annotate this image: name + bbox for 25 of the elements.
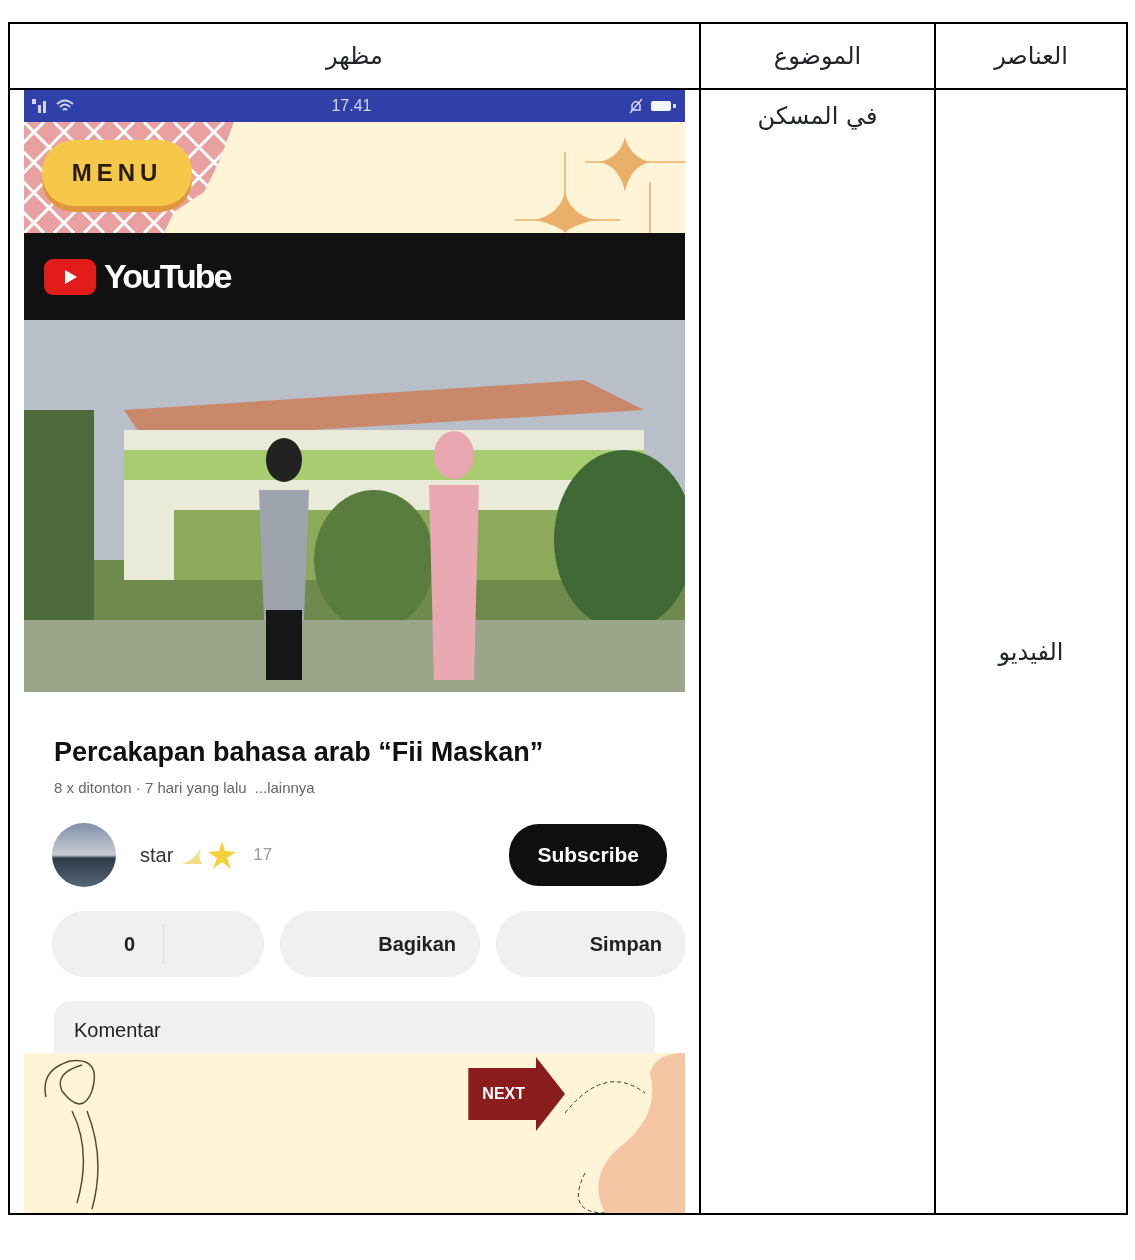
- subscriber-count: 17: [253, 844, 273, 867]
- video-title: Percakapan bahasa arab “Fii Maskan”: [53, 736, 545, 769]
- column-header: مظهر: [326, 42, 383, 70]
- save-button[interactable]: Simpan: [496, 911, 685, 977]
- logo-text: YouTube: [104, 256, 231, 297]
- signal-icon: [32, 99, 48, 113]
- status-time: 17.41: [331, 97, 372, 114]
- subscribe-button[interactable]: Subscribe: [509, 824, 667, 886]
- battery-icon: [651, 100, 677, 112]
- column-header: العناصر: [994, 42, 1068, 70]
- comments-label: Komentar: [74, 1019, 161, 1041]
- muted-bell-icon: [629, 98, 643, 114]
- more-link[interactable]: ...lainnya: [254, 776, 315, 799]
- avatar: [52, 823, 116, 887]
- star-icon: [207, 840, 238, 870]
- next-button[interactable]: NEXT: [468, 1057, 565, 1131]
- column-header: الموضوع: [773, 42, 862, 70]
- like-button[interactable]: 0: [52, 911, 264, 977]
- table-cell: الفيديو: [998, 637, 1064, 666]
- video-meta: 8 x ditonton · 7 hari yang lalu: [54, 777, 247, 798]
- channel-name[interactable]: star: [140, 840, 174, 870]
- wifi-icon: [56, 99, 74, 113]
- share-button[interactable]: Bagikan: [280, 911, 480, 977]
- play-logo-icon: [44, 258, 96, 295]
- table-cell: في المسكن: [757, 102, 878, 130]
